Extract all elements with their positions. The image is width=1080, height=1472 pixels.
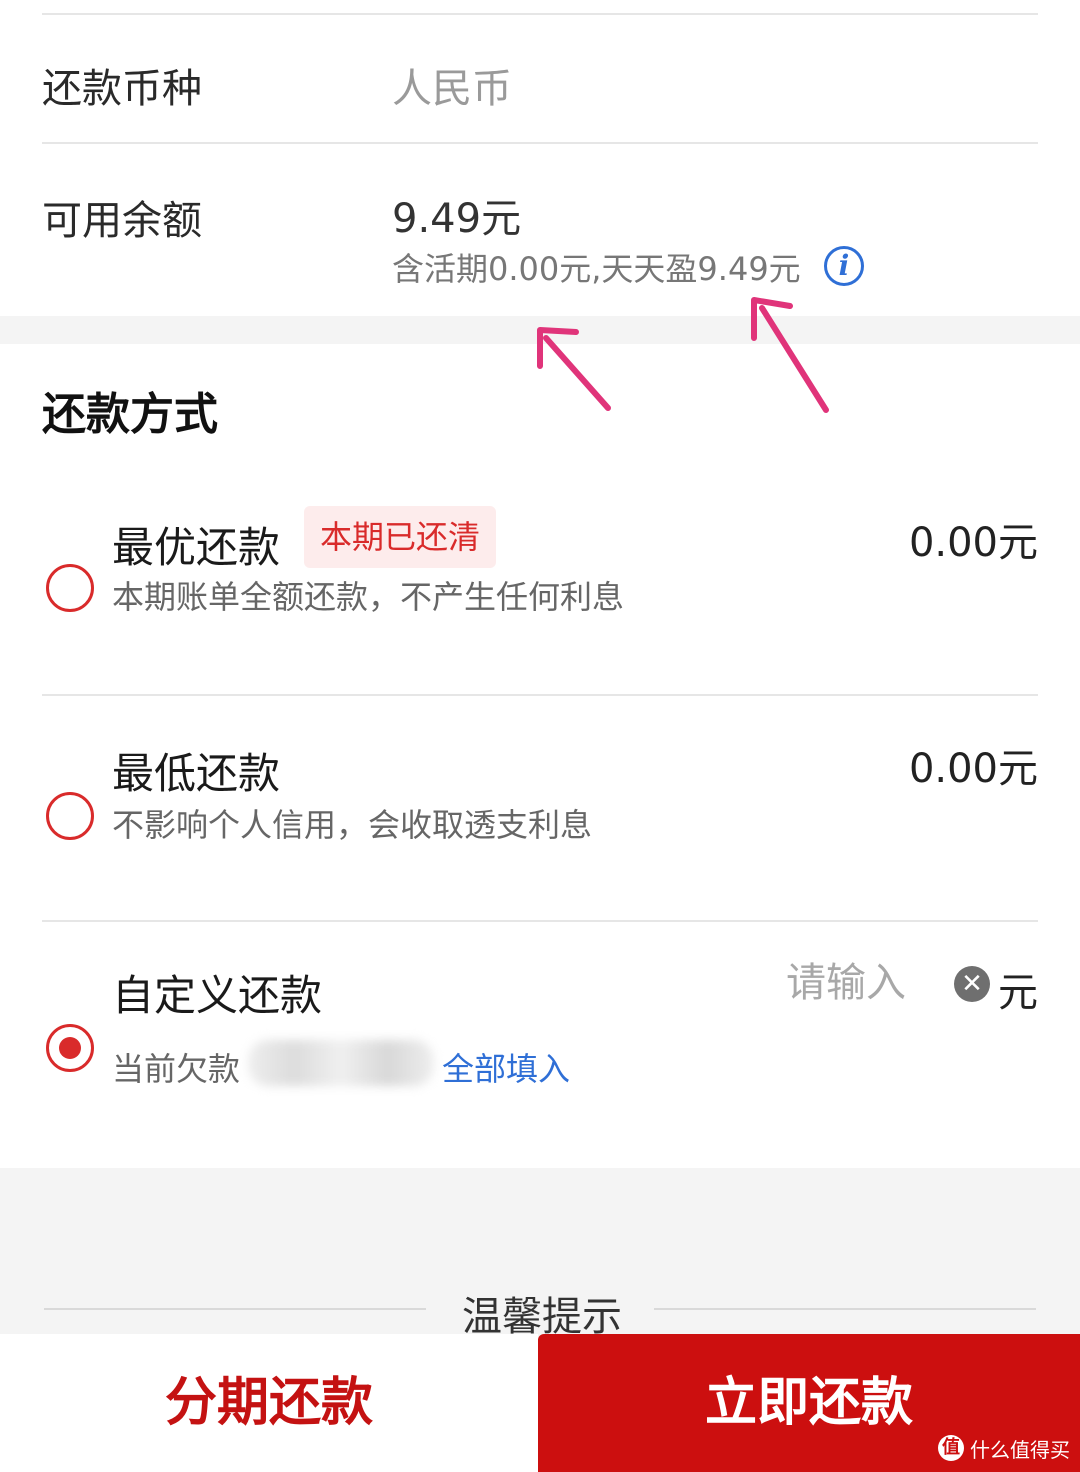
custom-amount-input[interactable] bbox=[706, 960, 906, 1006]
option-minimum[interactable]: 最低还款 0.00元 不影响个人信用，会收取透支利息 bbox=[42, 698, 1038, 922]
option-title: 最低还款 bbox=[112, 749, 281, 798]
currency-row: 还款币种 人民币 bbox=[42, 14, 1038, 144]
tips-area: 温馨提示 bbox=[0, 1168, 1080, 1342]
option-optimal[interactable]: 最优还款 本期已还清 0.00元 本期账单全额还款，不产生任何利息 bbox=[42, 470, 1038, 696]
info-icon[interactable]: i bbox=[824, 246, 864, 286]
option-desc: 本期账单全额还款，不产生任何利息 bbox=[112, 578, 625, 616]
option-desc: 不影响个人信用，会收取透支利息 bbox=[112, 806, 593, 844]
redacted-amount bbox=[248, 1040, 434, 1086]
currency-label: 还款币种 bbox=[42, 66, 202, 112]
watermark: 值 什么值得买 bbox=[938, 1432, 1070, 1464]
section-gap bbox=[0, 316, 1080, 344]
balance-value: 9.49元 bbox=[392, 196, 522, 242]
clear-icon[interactable]: ✕ bbox=[954, 966, 990, 1002]
radio-minimum[interactable] bbox=[46, 792, 94, 840]
tips-divider-right bbox=[654, 1308, 1036, 1310]
option-title: 自定义还款 bbox=[112, 971, 323, 1020]
balance-detail: 含活期0.00元,天天盈9.49元 bbox=[392, 250, 801, 288]
installment-button[interactable]: 分期还款 bbox=[0, 1334, 538, 1472]
watermark-logo-icon: 值 bbox=[938, 1435, 964, 1461]
repayment-method-title: 还款方式 bbox=[42, 389, 218, 440]
radio-optimal[interactable] bbox=[46, 564, 94, 612]
unit-label: 元 bbox=[998, 970, 1038, 1016]
watermark-text: 什么值得买 bbox=[970, 1437, 1070, 1462]
current-debt-label: 当前欠款 bbox=[112, 1050, 241, 1088]
fill-all-link[interactable]: 全部填入 bbox=[442, 1044, 570, 1090]
currency-value: 人民币 bbox=[392, 66, 512, 112]
radio-custom[interactable] bbox=[46, 1024, 94, 1072]
option-amount: 0.00元 bbox=[908, 520, 1038, 566]
status-badge: 本期已还清 bbox=[304, 506, 497, 568]
balance-label: 可用余额 bbox=[42, 198, 202, 244]
tips-divider-left bbox=[44, 1308, 426, 1310]
option-amount: 0.00元 bbox=[908, 746, 1038, 792]
option-title: 最优还款 bbox=[112, 523, 281, 572]
option-custom[interactable]: 自定义还款 ✕ 元 当前欠款 全部填入 bbox=[42, 924, 1038, 1168]
balance-row: 可用余额 9.49元 含活期0.00元,天天盈9.49元 i bbox=[42, 146, 1038, 316]
